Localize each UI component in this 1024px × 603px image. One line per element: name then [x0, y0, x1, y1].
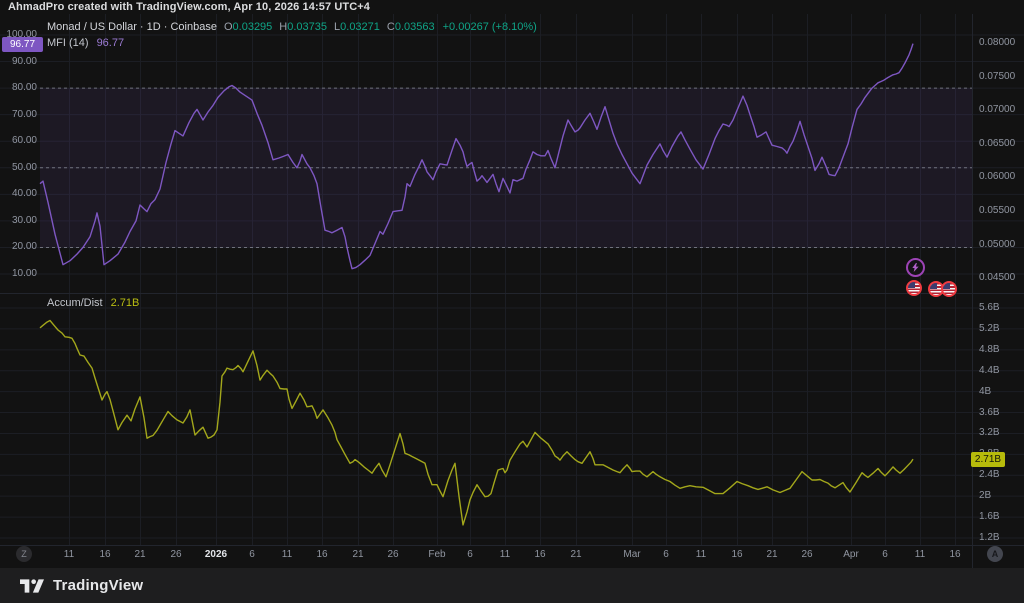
us-flag-event-icon[interactable] — [941, 281, 957, 297]
pane-divider[interactable] — [0, 293, 1024, 294]
mfi-last-value-badge: 96.77 — [2, 37, 43, 52]
mfi-axis-label: 60.00 — [0, 135, 37, 147]
time-scale-border — [0, 545, 1024, 546]
accum-dist-axis-label: 4.8B — [979, 344, 1000, 356]
main-symbol-legend[interactable]: Monad / US Dollar · 1D · Coinbase O0.0329… — [47, 21, 537, 33]
time-axis-label: Feb — [428, 549, 445, 560]
time-axis-label: 6 — [663, 549, 669, 560]
accum-dist-pane[interactable] — [0, 294, 1024, 545]
mfi-axis-label: 20.00 — [0, 241, 37, 253]
mfi-indicator-name[interactable]: MFI (14) — [47, 37, 89, 49]
mfi-axis-label: 50.00 — [0, 162, 37, 174]
time-axis-label: 21 — [352, 549, 363, 560]
mfi-axis-label: 70.00 — [0, 109, 37, 121]
accum-dist-axis-label: 2B — [979, 490, 991, 502]
time-axis-label: Apr — [843, 549, 859, 560]
lightning-event-icon[interactable] — [906, 258, 925, 277]
price-axis-label: 0.06500 — [979, 138, 1015, 150]
price-axis-label: 0.04500 — [979, 272, 1015, 284]
time-axis-label: 2026 — [205, 549, 227, 560]
accum-dist-last-value-badge: 2.71B — [971, 452, 1005, 467]
mfi-pane[interactable] — [0, 14, 1024, 293]
symbol-title[interactable]: Monad / US Dollar · 1D · Coinbase — [47, 21, 217, 33]
time-axis-label: 16 — [731, 549, 742, 560]
accum-dist-indicator-name[interactable]: Accum/Dist — [47, 297, 103, 309]
mfi-axis-label: 10.00 — [0, 268, 37, 280]
accum-dist-axis-label: 5.2B — [979, 323, 1000, 335]
time-axis-label: 6 — [467, 549, 473, 560]
time-axis-label: 16 — [316, 549, 327, 560]
time-axis-label: 11 — [500, 549, 510, 560]
time-axis-label: 21 — [134, 549, 145, 560]
ohlc-value: 0.03295 — [233, 21, 273, 33]
accum-dist-axis-label: 1.2B — [979, 532, 1000, 544]
time-axis-label: 11 — [696, 549, 706, 560]
mfi-legend[interactable]: MFI (14) 96.77 — [47, 37, 124, 49]
time-axis-label: 16 — [949, 549, 960, 560]
attribution-text: AhmadPro created with TradingView.com, A… — [8, 1, 370, 13]
accum-dist-legend[interactable]: Accum/Dist 2.71B — [47, 297, 139, 309]
us-flag-event-icon[interactable] — [906, 280, 922, 296]
price-axis-label: 0.05500 — [979, 205, 1015, 217]
time-axis-label: 21 — [570, 549, 581, 560]
time-axis-label: 21 — [766, 549, 777, 560]
tradingview-chart-snapshot: AhmadPro created with TradingView.com, A… — [0, 0, 1024, 603]
accum-dist-axis-label: 4B — [979, 386, 991, 398]
mfi-axis-label: 40.00 — [0, 188, 37, 200]
tradingview-brand[interactable]: TradingView — [53, 577, 143, 594]
mfi-indicator-value: 96.77 — [97, 37, 125, 49]
ohlc-value: 0.03271 — [340, 21, 380, 33]
accum-dist-axis-label: 3.2B — [979, 427, 1000, 439]
price-scale-border — [972, 14, 973, 568]
ohlc-value: 0.03735 — [287, 21, 327, 33]
mfi-axis-label: 80.00 — [0, 82, 37, 94]
time-axis-label: 26 — [387, 549, 398, 560]
accum-dist-axis-label: 3.6B — [979, 407, 1000, 419]
price-axis-label: 0.06000 — [979, 171, 1015, 183]
time-axis-label: 11 — [64, 549, 74, 560]
price-axis-label: 0.07000 — [979, 104, 1015, 116]
mfi-axis-label: 30.00 — [0, 215, 37, 227]
lightning-bolt-glyph — [911, 263, 920, 272]
time-axis-label: 26 — [801, 549, 812, 560]
ohlc-values: O0.03295H0.03735L0.03271C0.03563 — [217, 21, 435, 33]
accum-dist-indicator-value: 2.71B — [111, 297, 140, 309]
mfi-axis-label: 90.00 — [0, 56, 37, 68]
accum-dist-axis-label: 1.6B — [979, 511, 1000, 523]
accum-dist-axis-label: 2.4B — [979, 469, 1000, 481]
time-axis-label: Mar — [623, 549, 640, 560]
time-axis-label: 6 — [882, 549, 888, 560]
auto-scale-button[interactable]: A — [987, 546, 1003, 562]
time-axis-label: 11 — [915, 549, 925, 560]
ohlc-value: 0.03563 — [395, 21, 435, 33]
time-axis-label: 11 — [282, 549, 292, 560]
footer-bar: TradingView — [0, 568, 1024, 603]
change-value: +0.00267 (+8.10%) — [443, 21, 537, 33]
accum-dist-axis-label: 5.6B — [979, 302, 1000, 314]
time-axis-label: 16 — [99, 549, 110, 560]
time-axis-label: 26 — [170, 549, 181, 560]
price-axis-label: 0.05000 — [979, 239, 1015, 251]
price-axis-label: 0.07500 — [979, 71, 1015, 83]
tradingview-logo-icon[interactable] — [20, 577, 44, 595]
accum-dist-axis-label: 4.4B — [979, 365, 1000, 377]
ohlc-key: O — [224, 21, 233, 33]
time-axis-label: 6 — [249, 549, 255, 560]
ohlc-key: C — [387, 21, 395, 33]
price-axis-label: 0.08000 — [979, 37, 1015, 49]
time-axis-label: 16 — [534, 549, 545, 560]
timezone-button[interactable]: Z — [16, 546, 32, 562]
accum-dist-line-series[interactable] — [40, 321, 913, 525]
